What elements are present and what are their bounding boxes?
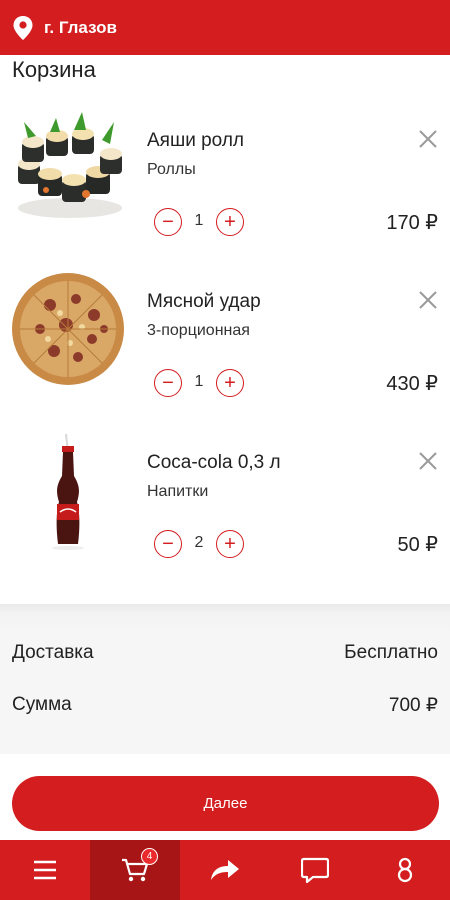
plus-icon: + — [224, 211, 236, 233]
decrease-qty-button[interactable]: − — [154, 208, 182, 236]
minus-icon: − — [162, 372, 174, 394]
nav-chat[interactable] — [270, 840, 360, 900]
cart-item: Мясной удар 3-порционная − 1 + 430 ₽ — [0, 271, 450, 431]
minus-icon: − — [162, 533, 174, 555]
sum-label: Сумма — [12, 694, 72, 715]
cart-item: Аяши ролл Роллы − 1 + 170 ₽ — [0, 110, 450, 270]
sum-value: 700 ₽ — [388, 695, 438, 716]
remove-item-icon[interactable] — [417, 289, 439, 311]
delivery-label: Доставка — [12, 642, 94, 663]
item-name: Мясной удар — [147, 291, 261, 312]
item-quantity: 1 — [194, 373, 204, 390]
location-pin-icon — [13, 15, 33, 40]
item-quantity: 1 — [194, 212, 204, 229]
minus-icon: − — [162, 211, 174, 233]
share-icon — [211, 860, 239, 880]
product-image-pizza — [10, 271, 128, 389]
item-category: Напитки — [147, 483, 209, 500]
delivery-row: Доставка Бесплатно — [12, 642, 438, 664]
nav-profile[interactable] — [360, 840, 450, 900]
increase-qty-button[interactable]: + — [216, 530, 244, 558]
item-quantity: 2 — [194, 534, 204, 551]
plus-icon: + — [224, 372, 236, 394]
remove-item-icon[interactable] — [417, 450, 439, 472]
page-title: Корзина — [12, 57, 96, 82]
top-bar: г. Глазов — [0, 0, 450, 55]
chat-icon — [301, 857, 329, 883]
decrease-qty-button[interactable]: − — [154, 369, 182, 397]
plus-icon: + — [224, 533, 236, 555]
delivery-value: Бесплатно — [344, 642, 438, 663]
menu-icon — [34, 860, 56, 880]
next-button[interactable]: Далее — [12, 776, 439, 831]
increase-qty-button[interactable]: + — [216, 369, 244, 397]
sum-row: Сумма 700 ₽ — [12, 694, 438, 717]
item-price: 430 ₽ — [386, 373, 438, 395]
cart-count-badge: 4 — [141, 848, 158, 865]
bottom-navigation: 4 — [0, 840, 450, 900]
cart-item: Coca-cola 0,3 л Напитки − 2 + 50 ₽ — [0, 432, 450, 592]
item-name: Coca-cola 0,3 л — [147, 452, 281, 473]
increase-qty-button[interactable]: + — [216, 208, 244, 236]
nav-cart[interactable]: 4 — [90, 840, 180, 900]
item-name: Аяши ролл — [147, 130, 244, 151]
city-selector[interactable]: г. Глазов — [44, 18, 117, 38]
item-price: 50 ₽ — [397, 534, 438, 556]
remove-item-icon[interactable] — [417, 128, 439, 150]
product-image-cola — [10, 432, 128, 550]
item-category: 3-порционная — [147, 322, 250, 339]
decrease-qty-button[interactable]: − — [154, 530, 182, 558]
product-image-rolls — [10, 110, 128, 228]
nav-menu[interactable] — [0, 840, 90, 900]
profile-icon — [397, 857, 413, 883]
item-price: 170 ₽ — [386, 212, 438, 234]
order-summary — [0, 604, 450, 754]
nav-share[interactable] — [180, 840, 270, 900]
item-category: Роллы — [147, 161, 196, 178]
